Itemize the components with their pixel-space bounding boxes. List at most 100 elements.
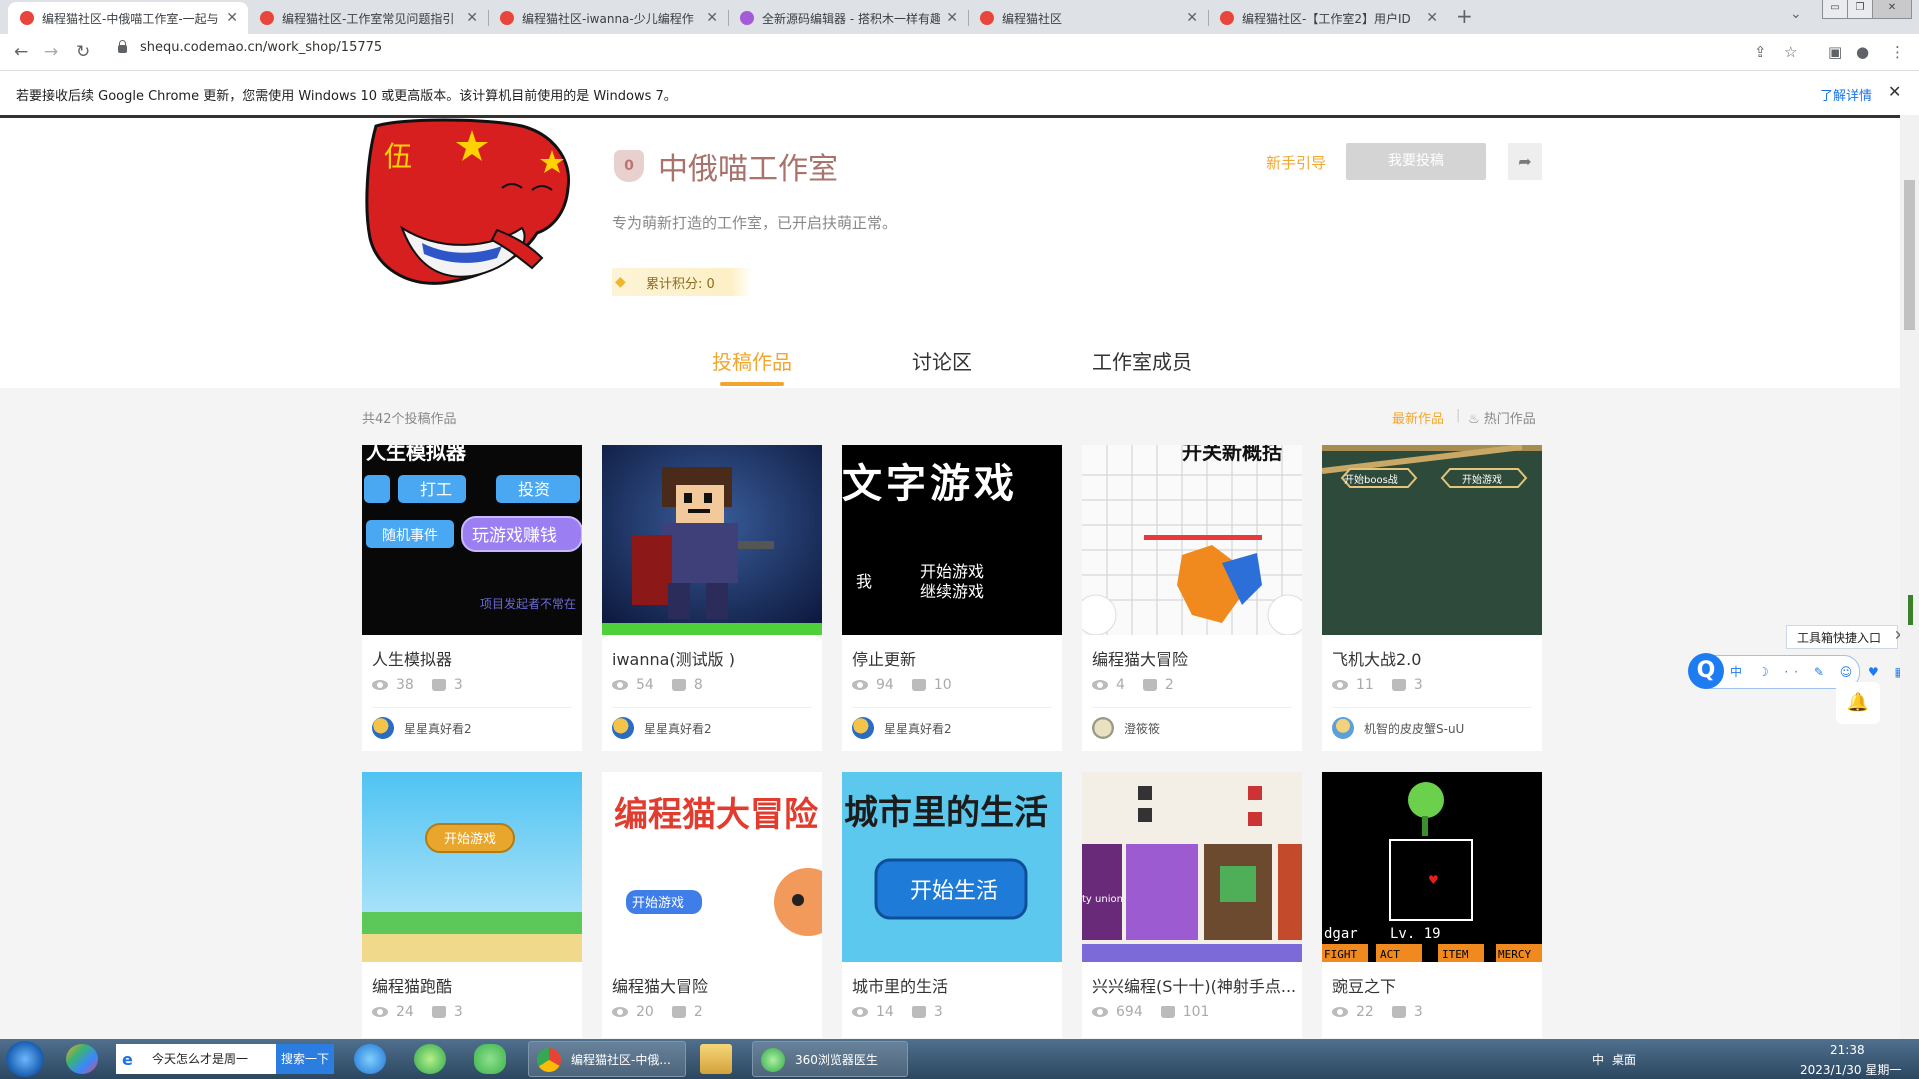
work-author[interactable]: 星星真好看2	[372, 717, 472, 739]
clock-date[interactable]: 2023/1/30 星期一	[1800, 1061, 1901, 1078]
ime-indicator[interactable]: 中	[1592, 1051, 1604, 1068]
work-card[interactable]: 城市里的生活 开始生活 城市里的生活 14 3	[842, 772, 1062, 1038]
scrollbar-thumb[interactable]	[1904, 180, 1915, 330]
lock-icon[interactable]	[118, 40, 127, 53]
share-page-icon[interactable]: ⇪	[1754, 43, 1767, 61]
work-card[interactable]: 开关新概括 编程猫大冒险 42 澄筱筱	[1082, 445, 1302, 751]
tab-submissions[interactable]: 投稿作品	[712, 346, 792, 375]
address-bar[interactable]: shequ.codemao.cn/work_shop/15775	[140, 40, 382, 55]
tab-community[interactable]: 编程猫社区 ✕	[968, 2, 1208, 34]
work-card[interactable]: 人生模拟器 打工 投资 随机事件 玩游戏赚钱 项目发起者不常在 人生模拟器 38…	[362, 445, 582, 751]
work-author[interactable]: 星星真好看2	[852, 717, 952, 739]
back-icon[interactable]: ←	[14, 42, 28, 62]
studio-description: 专为萌新打造的工作室，已开启扶萌正常。	[612, 214, 898, 232]
close-icon[interactable]: ✕	[466, 10, 478, 26]
close-icon[interactable]: ✕	[946, 10, 958, 26]
work-card[interactable]: iwanna(测试版 ) 54 8 星星真好看2	[602, 445, 822, 751]
work-title[interactable]: 城市里的生活	[852, 973, 948, 997]
sort-hot[interactable]: ♨ 热门作品	[1468, 408, 1536, 427]
work-card[interactable]: ty union 兴兴编程(S十十)(神射手点... 694 101	[1082, 772, 1302, 1038]
tab-members[interactable]: 工作室成员	[1092, 346, 1192, 375]
work-card[interactable]: 编程猫大冒险 开始游戏 编程猫大冒险 20 2	[602, 772, 822, 1038]
work-title[interactable]: 人生模拟器	[372, 646, 452, 670]
work-title[interactable]: 豌豆之下	[1332, 973, 1396, 997]
profile-icon[interactable]: ●	[1856, 43, 1869, 61]
toolbox-icons[interactable]: 中 ☽ ·· ✎ ☺ ♥ ▦	[1730, 663, 1912, 680]
work-card[interactable]: ♥ dgar Lv. 19 FIGHT ACT ITEM MERCY 豌豆之下 …	[1322, 772, 1542, 1038]
side-panel-icon[interactable]: ▣	[1828, 43, 1842, 61]
work-author[interactable]: 机智的皮皮蟹S-uU	[1332, 717, 1464, 739]
forward-icon[interactable]: →	[44, 42, 58, 62]
browser-360-icon[interactable]	[414, 1044, 446, 1074]
wechat-icon[interactable]	[474, 1044, 506, 1074]
codemao-favicon-icon	[500, 11, 514, 25]
window-close-icon[interactable]: ✕	[1872, 0, 1912, 19]
toolbox-q-icon[interactable]: Q	[1688, 653, 1724, 689]
internet-explorer-icon[interactable]	[354, 1044, 386, 1074]
bookmark-star-icon[interactable]: ☆	[1784, 43, 1797, 61]
close-icon[interactable]: ✕	[226, 10, 238, 26]
author-name: 星星真好看2	[884, 721, 952, 736]
work-author[interactable]: 澄筱筱	[1092, 717, 1160, 739]
work-title[interactable]: 编程猫跑酷	[372, 973, 452, 997]
file-explorer-icon[interactable]	[700, 1044, 732, 1074]
start-button[interactable]	[6, 1041, 44, 1077]
work-title[interactable]: 兴兴编程(S十十)(神射手点...	[1092, 973, 1296, 997]
work-title[interactable]: 飞机大战2.0	[1332, 646, 1421, 670]
tab-studio2[interactable]: 编程猫社区-【工作室2】用户ID ✕	[1208, 2, 1448, 34]
app-store-icon[interactable]	[66, 1044, 98, 1074]
minimize-icon[interactable]: ▭	[1822, 0, 1848, 19]
tab-iwanna[interactable]: 编程猫社区-iwanna-少儿编程作 ✕	[488, 2, 728, 34]
work-card[interactable]: 开始游戏 编程猫跑酷 24 3	[362, 772, 582, 1038]
task-label: 编程猫社区-中俄...	[571, 1053, 671, 1067]
eye-icon	[1332, 1007, 1348, 1017]
reload-icon[interactable]: ↻	[76, 42, 90, 62]
close-icon[interactable]: ✕	[1186, 10, 1198, 26]
share-icon[interactable]: ➦	[1508, 143, 1542, 180]
thumb-text: 开始游戏	[632, 896, 684, 911]
bell-icon[interactable]: 🔔	[1836, 682, 1880, 724]
close-icon[interactable]: ✕	[1426, 10, 1438, 26]
work-stats: 38 3	[372, 677, 463, 693]
work-stats: 694 101	[1092, 1004, 1209, 1020]
taskbar-search-button[interactable]: 搜索一下	[276, 1044, 334, 1074]
toolbox-shortcut-label[interactable]: 工具箱快捷入口	[1786, 625, 1898, 649]
svg-text:♥: ♥	[1428, 873, 1439, 887]
learn-more-link[interactable]: 了解详情	[1820, 85, 1872, 104]
eye-icon	[1092, 680, 1108, 690]
tab-search-icon[interactable]: ⌄	[1790, 6, 1802, 22]
menu-icon[interactable]: ⋮	[1890, 43, 1905, 61]
work-title[interactable]: 停止更新	[852, 646, 916, 670]
chrome-icon	[537, 1048, 561, 1072]
new-tab-icon[interactable]: +	[1456, 4, 1473, 28]
sort-newest[interactable]: 最新作品	[1392, 408, 1444, 427]
work-title[interactable]: 编程猫大冒险	[612, 973, 708, 997]
thumbs-up-icon	[431, 1006, 446, 1018]
guide-link[interactable]: 新手引导	[1266, 152, 1326, 173]
maximize-icon[interactable]: ❐	[1847, 0, 1873, 19]
work-title[interactable]: 编程猫大冒险	[1092, 646, 1188, 670]
browser-doctor-icon	[761, 1048, 785, 1072]
work-card[interactable]: 文字游戏 我 开始游戏 继续游戏 停止更新 94 10 星星真好看2	[842, 445, 1062, 751]
view-count: 94	[876, 677, 894, 693]
tab-studio[interactable]: 编程猫社区-中俄喵工作室-一起与 ✕	[8, 2, 248, 34]
tab-faq[interactable]: 编程猫社区-工作室常见问题指引 ✕	[248, 2, 488, 34]
thumb-text: 继续游戏	[920, 582, 984, 601]
clock-time[interactable]: 21:38	[1830, 1043, 1865, 1057]
close-icon[interactable]: ✕	[706, 10, 718, 26]
desktop-toolbar[interactable]: 桌面	[1612, 1051, 1636, 1068]
tab-discussion[interactable]: 讨论区	[912, 346, 972, 375]
work-card[interactable]: 开始boos战 开始游戏 飞机大战2.0 11 3 机智的皮皮蟹S-uU	[1322, 445, 1542, 751]
taskbar-360-doctor[interactable]: 360浏览器医生	[752, 1041, 908, 1077]
thumb-text: 我	[856, 572, 872, 591]
tab-editor[interactable]: 全新源码编辑器 - 搭积木一样有趣 ✕	[728, 2, 968, 34]
tab-label: 编程猫社区-【工作室2】用户ID	[1242, 11, 1411, 26]
close-icon[interactable]: ✕	[1888, 82, 1901, 101]
work-stats: 11 3	[1332, 677, 1423, 693]
submit-work-button[interactable]: 我要投稿	[1346, 143, 1486, 180]
taskbar-chrome-window[interactable]: 编程猫社区-中俄...	[528, 1041, 686, 1077]
codemao-favicon-icon	[980, 11, 994, 25]
work-title[interactable]: iwanna(测试版 )	[612, 646, 735, 670]
work-author[interactable]: 星星真好看2	[612, 717, 712, 739]
taskbar-search-input[interactable]: 今天怎么才是周一	[116, 1044, 276, 1074]
